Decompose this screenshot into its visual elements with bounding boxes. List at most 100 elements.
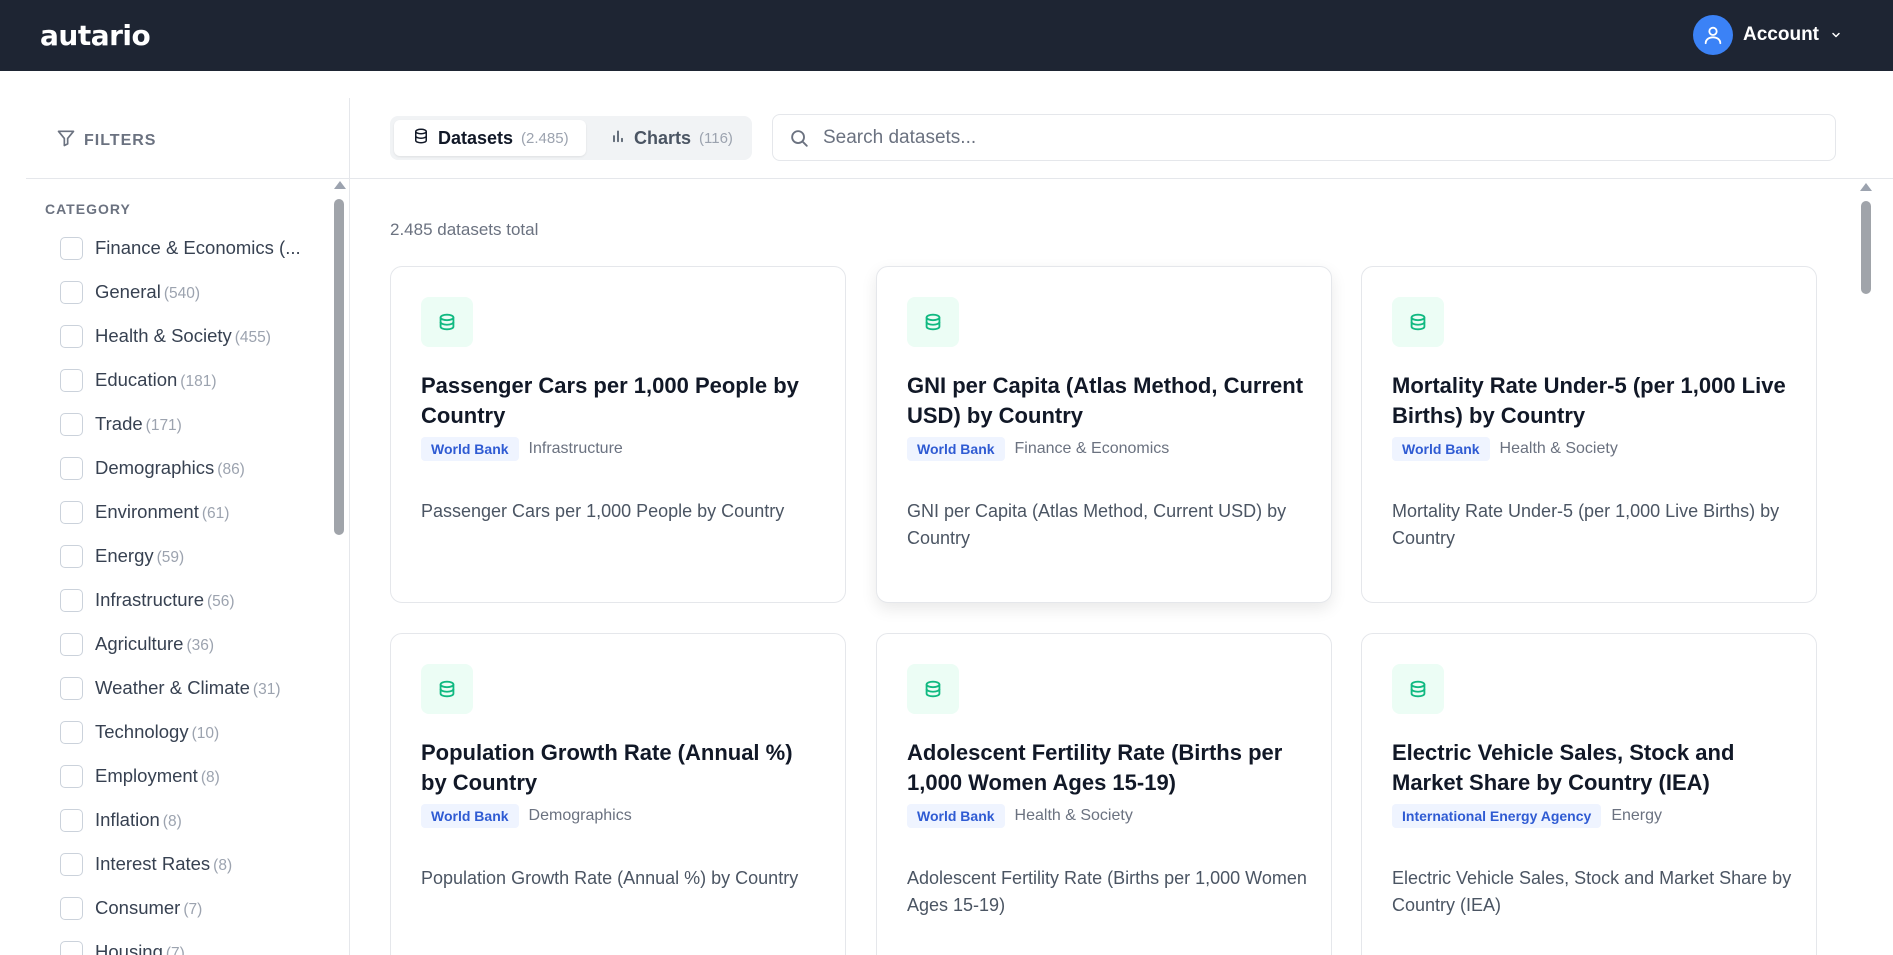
- category-count: (61): [201, 505, 230, 522]
- category-filter-item[interactable]: Housing (7): [60, 941, 330, 955]
- category-label: Demographics (86): [95, 457, 245, 481]
- category-filter-item[interactable]: Infrastructure (56): [60, 589, 330, 633]
- search-icon: [788, 127, 810, 154]
- category-checkbox[interactable]: [60, 589, 83, 612]
- category-checkbox[interactable]: [60, 677, 83, 700]
- category-checkbox[interactable]: [60, 809, 83, 832]
- category-list: Finance & Economics (... General (540) Heal…: [60, 237, 330, 955]
- category-filter-item[interactable]: Employment (8): [60, 765, 330, 809]
- category-label: Interest Rates (8): [95, 853, 232, 877]
- search-box[interactable]: [772, 114, 1836, 161]
- dataset-meta: World Bank Demographics: [421, 804, 632, 828]
- category-count: (56): [207, 593, 235, 610]
- category-filter-item[interactable]: Demographics (86): [60, 457, 330, 501]
- dataset-title[interactable]: Passenger Cars per 1,000 People by Count…: [421, 371, 821, 431]
- category-checkbox[interactable]: [60, 853, 83, 876]
- scroll-up-arrow-icon[interactable]: [1860, 183, 1872, 191]
- category-label: Finance & Economics (...: [95, 237, 304, 261]
- category-filter-item[interactable]: Technology (10): [60, 721, 330, 765]
- category-checkbox[interactable]: [60, 721, 83, 744]
- dataset-description: GNI per Capita (Atlas Method, Current US…: [907, 501, 1287, 548]
- category-checkbox[interactable]: [60, 501, 83, 524]
- dataset-category: Infrastructure: [528, 440, 623, 457]
- dataset-category: Demographics: [528, 807, 632, 824]
- category-filter-item[interactable]: Energy (59): [60, 545, 330, 589]
- category-checkbox[interactable]: [60, 369, 83, 392]
- dataset-card[interactable]: GNI per Capita (Atlas Method, Current US…: [876, 266, 1332, 603]
- dataset-description: Passenger Cars per 1,000 People by Count…: [421, 501, 785, 521]
- app-logo[interactable]: autario: [40, 19, 151, 52]
- database-icon: [1392, 297, 1444, 347]
- category-checkbox[interactable]: [60, 765, 83, 788]
- dataset-meta: International Energy Agency Energy: [1392, 804, 1662, 828]
- dataset-meta: World Bank Finance & Economics: [907, 437, 1169, 461]
- search-input[interactable]: [823, 125, 1813, 151]
- category-checkbox[interactable]: [60, 897, 83, 920]
- category-checkbox[interactable]: [60, 281, 83, 304]
- scroll-up-arrow-icon[interactable]: [334, 181, 346, 189]
- dataset-title[interactable]: GNI per Capita (Atlas Method, Current US…: [907, 371, 1307, 431]
- category-checkbox[interactable]: [60, 633, 83, 656]
- view-tabs: Datasets (2.485) Charts (116): [390, 116, 752, 160]
- category-filter-item[interactable]: Trade (171): [60, 413, 330, 457]
- category-checkbox[interactable]: [60, 237, 83, 260]
- dataset-title[interactable]: Mortality Rate Under-5 (per 1,000 Live B…: [1392, 371, 1792, 431]
- category-count: (59): [156, 549, 185, 566]
- results-total: 2.485 datasets total: [390, 220, 539, 239]
- category-name: Consumer: [95, 897, 181, 918]
- category-filter-item[interactable]: Finance & Economics (...: [60, 237, 330, 281]
- category-name: Health & Society: [95, 325, 232, 346]
- database-icon: [421, 297, 473, 347]
- category-label: Environment (61): [95, 501, 229, 525]
- category-name: Finance & Economics (...: [95, 237, 301, 258]
- category-name: Agriculture: [95, 633, 184, 654]
- dataset-meta: World Bank Health & Society: [1392, 437, 1618, 461]
- main-scrollbar[interactable]: [1859, 183, 1873, 955]
- category-filter-item[interactable]: Agriculture (36): [60, 633, 330, 677]
- dataset-card[interactable]: Adolescent Fertility Rate (Births per 1,…: [876, 633, 1332, 955]
- category-name: Weather & Climate: [95, 677, 250, 698]
- category-filter-item[interactable]: Health & Society (455): [60, 325, 330, 369]
- source-badge: World Bank: [907, 437, 1005, 461]
- category-checkbox[interactable]: [60, 325, 83, 348]
- category-checkbox[interactable]: [60, 941, 83, 955]
- dataset-title[interactable]: Adolescent Fertility Rate (Births per 1,…: [907, 738, 1307, 798]
- source-badge: World Bank: [421, 804, 519, 828]
- category-label: Infrastructure (56): [95, 589, 235, 613]
- tab-datasets[interactable]: Datasets (2.485): [394, 120, 586, 156]
- category-filter-item[interactable]: Inflation (8): [60, 809, 330, 853]
- category-filter-item[interactable]: Environment (61): [60, 501, 330, 545]
- category-count: (10): [191, 725, 220, 742]
- category-checkbox[interactable]: [60, 457, 83, 480]
- category-count: (7): [165, 945, 185, 955]
- category-filter-item[interactable]: Interest Rates (8): [60, 853, 330, 897]
- category-filter-item[interactable]: Education (181): [60, 369, 330, 413]
- bar-chart-icon: [610, 128, 626, 149]
- account-menu-button[interactable]: Account: [1693, 15, 1843, 55]
- dataset-card[interactable]: Passenger Cars per 1,000 People by Count…: [390, 266, 846, 603]
- database-icon: [421, 664, 473, 714]
- category-label: Housing (7): [95, 941, 185, 955]
- category-count: (8): [200, 769, 220, 786]
- category-name: Interest Rates: [95, 853, 211, 874]
- category-checkbox[interactable]: [60, 413, 83, 436]
- dataset-card[interactable]: Electric Vehicle Sales, Stock and Market…: [1361, 633, 1817, 955]
- dataset-card[interactable]: Population Growth Rate (Annual %) by Cou…: [390, 633, 846, 955]
- tab-charts[interactable]: Charts (116): [592, 120, 748, 156]
- scrollbar-thumb[interactable]: [1861, 201, 1871, 294]
- scrollbar-thumb[interactable]: [334, 199, 344, 535]
- tab-datasets-count: (2.485): [521, 129, 569, 147]
- category-filter-item[interactable]: Weather & Climate (31): [60, 677, 330, 721]
- chevron-down-icon: [1829, 28, 1843, 42]
- dataset-title[interactable]: Population Growth Rate (Annual %) by Cou…: [421, 738, 821, 798]
- dataset-card[interactable]: Mortality Rate Under-5 (per 1,000 Live B…: [1361, 266, 1817, 603]
- dataset-title[interactable]: Electric Vehicle Sales, Stock and Market…: [1392, 738, 1792, 798]
- dataset-description: Adolescent Fertility Rate (Births per 1,…: [907, 868, 1307, 915]
- category-count: (455): [234, 329, 271, 346]
- category-count: (181): [180, 373, 217, 390]
- category-checkbox[interactable]: [60, 545, 83, 568]
- category-filter-item[interactable]: General (540): [60, 281, 330, 325]
- sidebar-scrollbar[interactable]: [332, 181, 346, 955]
- source-badge: International Energy Agency: [1392, 804, 1602, 828]
- category-filter-item[interactable]: Consumer (7): [60, 897, 330, 941]
